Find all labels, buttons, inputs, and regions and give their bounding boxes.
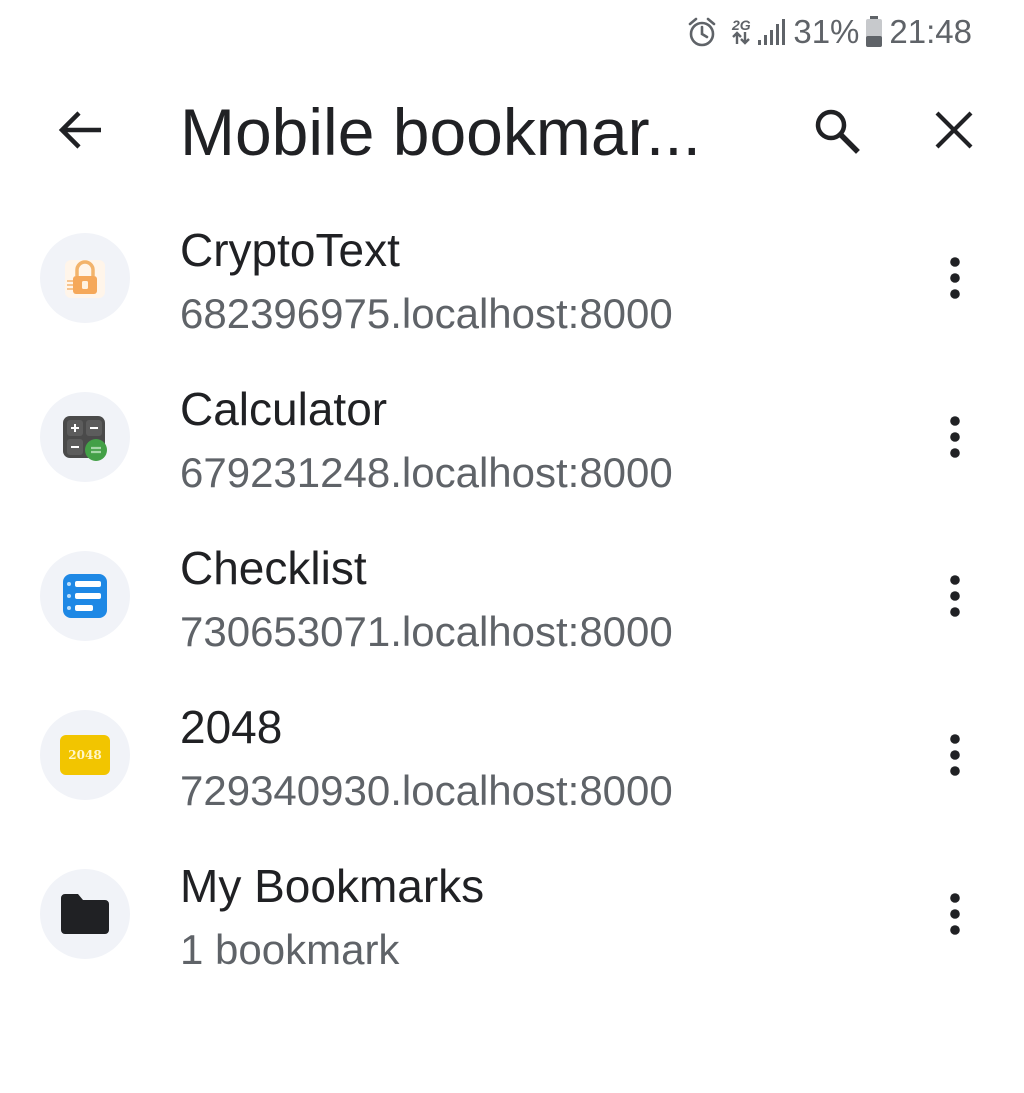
more-vert-icon	[949, 256, 961, 305]
bookmark-url: 729340930.localhost:8000	[180, 767, 673, 814]
bookmark-list: CryptoText 682396975.localhost:8000 Calc…	[0, 200, 1024, 995]
bookmark-url: 679231248.localhost:8000	[180, 449, 673, 496]
more-vert-icon	[949, 733, 961, 782]
bookmark-folder-my-bookmarks[interactable]: My Bookmarks 1 bookmark	[0, 836, 1024, 995]
battery-icon	[865, 16, 883, 48]
folder-icon	[40, 869, 130, 959]
more-vert-icon	[949, 892, 961, 941]
cryptotext-favicon	[40, 233, 130, 323]
bookmark-item-cryptotext[interactable]: CryptoText 682396975.localhost:8000	[0, 200, 1024, 359]
more-options-button[interactable]	[925, 884, 985, 948]
close-icon	[934, 110, 974, 155]
more-vert-icon	[949, 574, 961, 623]
search-button[interactable]	[800, 102, 872, 162]
bookmark-url: 682396975.localhost:8000	[180, 290, 673, 337]
more-options-button[interactable]	[925, 725, 985, 789]
bookmark-item-2048[interactable]: 2048 2048 729340930.localhost:8000	[0, 677, 1024, 836]
network-2g-icon: 2G	[731, 18, 751, 45]
game-2048-tile: 2048	[60, 735, 110, 775]
calculator-favicon	[40, 392, 130, 482]
bookmark-item-calculator[interactable]: Calculator 679231248.localhost:8000	[0, 359, 1024, 518]
more-vert-icon	[949, 415, 961, 464]
bookmark-item-checklist[interactable]: Checklist 730653071.localhost:8000	[0, 518, 1024, 677]
back-button[interactable]	[44, 102, 116, 162]
bookmark-title: 2048	[180, 701, 283, 753]
close-button[interactable]	[918, 102, 990, 162]
game-2048-favicon: 2048	[40, 710, 130, 800]
more-options-button[interactable]	[925, 407, 985, 471]
alarm-icon	[687, 16, 717, 48]
bookmark-title: Calculator	[180, 383, 388, 435]
clock: 21:48	[889, 13, 972, 50]
signal-icon	[757, 18, 787, 46]
status-bar: 2G 31% 21:48	[0, 0, 1024, 64]
more-options-button[interactable]	[925, 248, 985, 312]
checklist-favicon	[40, 551, 130, 641]
search-icon	[812, 106, 860, 159]
bookmark-title: CryptoText	[180, 224, 400, 276]
bookmark-url: 730653071.localhost:8000	[180, 608, 673, 655]
bookmark-count: 1 bookmark	[180, 926, 400, 973]
bookmark-title: Checklist	[180, 542, 367, 594]
page-title: Mobile bookmar...	[180, 95, 701, 169]
battery-percent: 31%	[793, 13, 860, 50]
more-options-button[interactable]	[925, 566, 985, 630]
bookmark-title: My Bookmarks	[180, 860, 485, 912]
arrow-back-icon	[57, 110, 103, 155]
app-bar: Mobile bookmar...	[0, 80, 1024, 184]
status-icons: 2G 31% 21:48	[687, 12, 972, 52]
